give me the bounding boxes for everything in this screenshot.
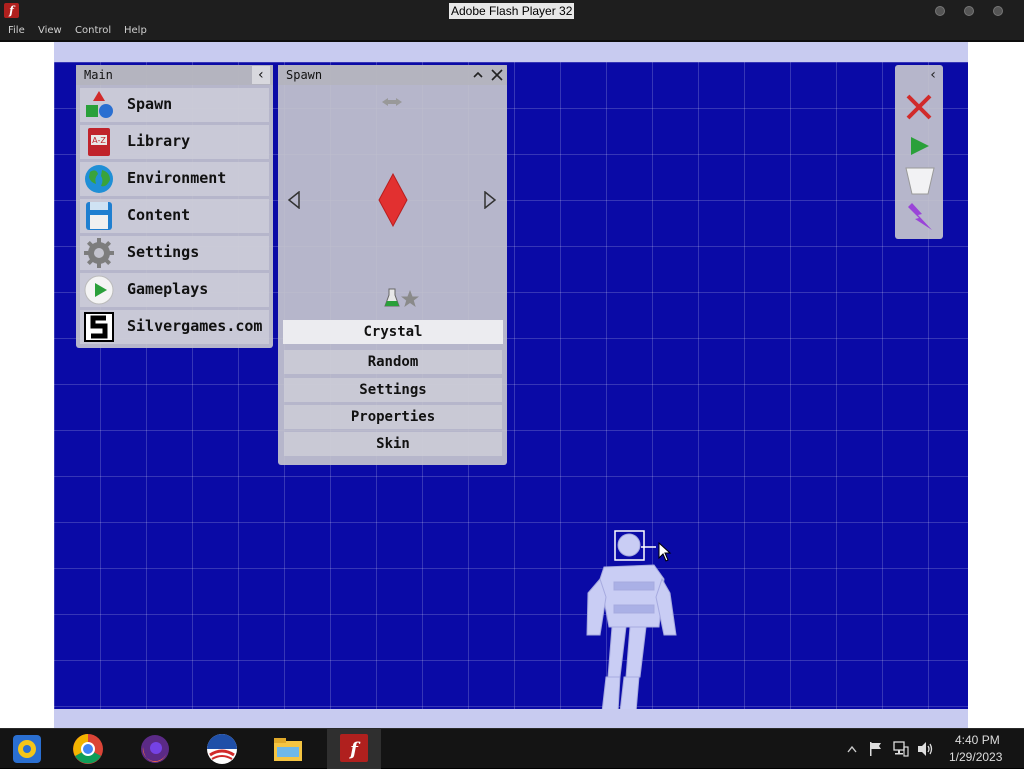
spawn-panel: Spawn Crystal Random Settings Properties…: [278, 65, 507, 465]
clock-time[interactable]: 4:40 PM: [955, 733, 1000, 747]
taskbar-active-app[interactable]: f: [327, 729, 381, 769]
spawn-selected-item[interactable]: Crystal: [283, 320, 503, 344]
bucket-icon[interactable]: [905, 166, 935, 196]
network-icon[interactable]: [893, 741, 909, 757]
tool-panel-collapse-button[interactable]: ‹: [926, 67, 940, 83]
flash-player-icon: f: [340, 734, 368, 762]
globe-icon: [85, 165, 113, 193]
main-panel-title: Main: [84, 68, 113, 82]
menu-help[interactable]: Help: [124, 25, 147, 36]
spawn-properties-button[interactable]: Properties: [284, 405, 502, 429]
double-arrow-icon[interactable]: [380, 96, 404, 108]
main-item-gameplays[interactable]: Gameplays: [80, 273, 269, 307]
main-item-spawn[interactable]: Spawn: [80, 88, 269, 122]
main-item-label: Library: [127, 132, 191, 150]
close-window-button[interactable]: [993, 6, 1003, 16]
window-titlebar: f Adobe Flash Player 32: [0, 0, 1024, 22]
floppy-disk-icon: [86, 202, 112, 230]
spawn-panel-title: Spawn: [286, 68, 323, 82]
minimize-button[interactable]: [935, 6, 945, 16]
spawn-random-button[interactable]: Random: [284, 350, 502, 374]
spawn-skin-button[interactable]: Skin: [284, 432, 502, 456]
obama-logo-icon[interactable]: [206, 733, 238, 765]
main-item-content[interactable]: Content: [80, 199, 269, 233]
maximize-button[interactable]: [964, 6, 974, 16]
main-item-label: Gameplays: [127, 280, 209, 298]
crystal-preview-icon: [378, 173, 408, 227]
main-item-label: Spawn: [127, 95, 173, 113]
flash-app-icon: f: [4, 3, 19, 18]
menu-control[interactable]: Control: [75, 25, 111, 36]
close-x-icon[interactable]: [905, 93, 933, 121]
game-playfield[interactable]: Main ‹ Spawn A-Z Library Environment Con…: [54, 62, 968, 712]
firefox-icon[interactable]: [139, 733, 171, 765]
stage-bottom-strip: [54, 709, 968, 728]
main-item-label: Silvergames.com: [127, 317, 263, 335]
clock-date[interactable]: 1/29/2023: [949, 750, 1002, 764]
mouse-cursor-icon: [658, 542, 672, 562]
main-item-label: Environment: [127, 169, 227, 187]
main-panel-collapse-button[interactable]: ‹: [252, 66, 270, 84]
spawn-shapes-icon: [86, 91, 113, 118]
spawn-settings-button[interactable]: Settings: [284, 378, 502, 402]
window-title: Adobe Flash Player 32: [449, 3, 575, 19]
menu-view[interactable]: View: [38, 25, 62, 36]
gear-icon: [84, 238, 114, 268]
main-item-settings[interactable]: Settings: [80, 236, 269, 270]
main-item-library[interactable]: A-Z Library: [80, 125, 269, 159]
main-item-label: Settings: [127, 243, 200, 261]
main-item-label: Content: [127, 206, 191, 224]
main-panel: Main ‹ Spawn A-Z Library Environment Con…: [76, 65, 273, 348]
flash-stage: Main ‹ Spawn A-Z Library Environment Con…: [0, 42, 1024, 728]
menu-file[interactable]: File: [8, 25, 25, 36]
play-icon: [84, 275, 114, 305]
main-item-silvergames[interactable]: Silvergames.com: [80, 310, 269, 344]
chrome-icon[interactable]: [72, 733, 104, 765]
play-icon[interactable]: [909, 135, 931, 157]
flask-star-icon[interactable]: [384, 287, 420, 309]
silvergames-logo-icon: [84, 312, 114, 342]
file-explorer-icon[interactable]: [272, 733, 304, 765]
close-icon[interactable]: [491, 69, 503, 81]
tool-panel: ‹: [895, 65, 943, 239]
ie-icon[interactable]: [11, 733, 43, 765]
flag-icon[interactable]: [869, 741, 883, 757]
chevron-up-icon[interactable]: [472, 69, 484, 81]
taskbar: f 4:40 PM 1/29/2023: [0, 728, 1024, 769]
library-book-icon: A-Z: [88, 128, 110, 156]
spawn-panel-header: Spawn: [278, 65, 507, 85]
tray-expand-icon[interactable]: [847, 745, 857, 753]
svg-text:A-Z: A-Z: [92, 136, 106, 145]
next-arrow-icon[interactable]: [483, 191, 497, 209]
menu-bar: File View Control Help: [0, 22, 1024, 40]
main-panel-header: Main ‹: [76, 65, 273, 85]
previous-arrow-icon[interactable]: [287, 191, 301, 209]
main-item-environment[interactable]: Environment: [80, 162, 269, 196]
stage-top-strip: [54, 42, 968, 62]
volume-icon[interactable]: [917, 741, 935, 757]
lightning-icon[interactable]: [906, 202, 934, 232]
